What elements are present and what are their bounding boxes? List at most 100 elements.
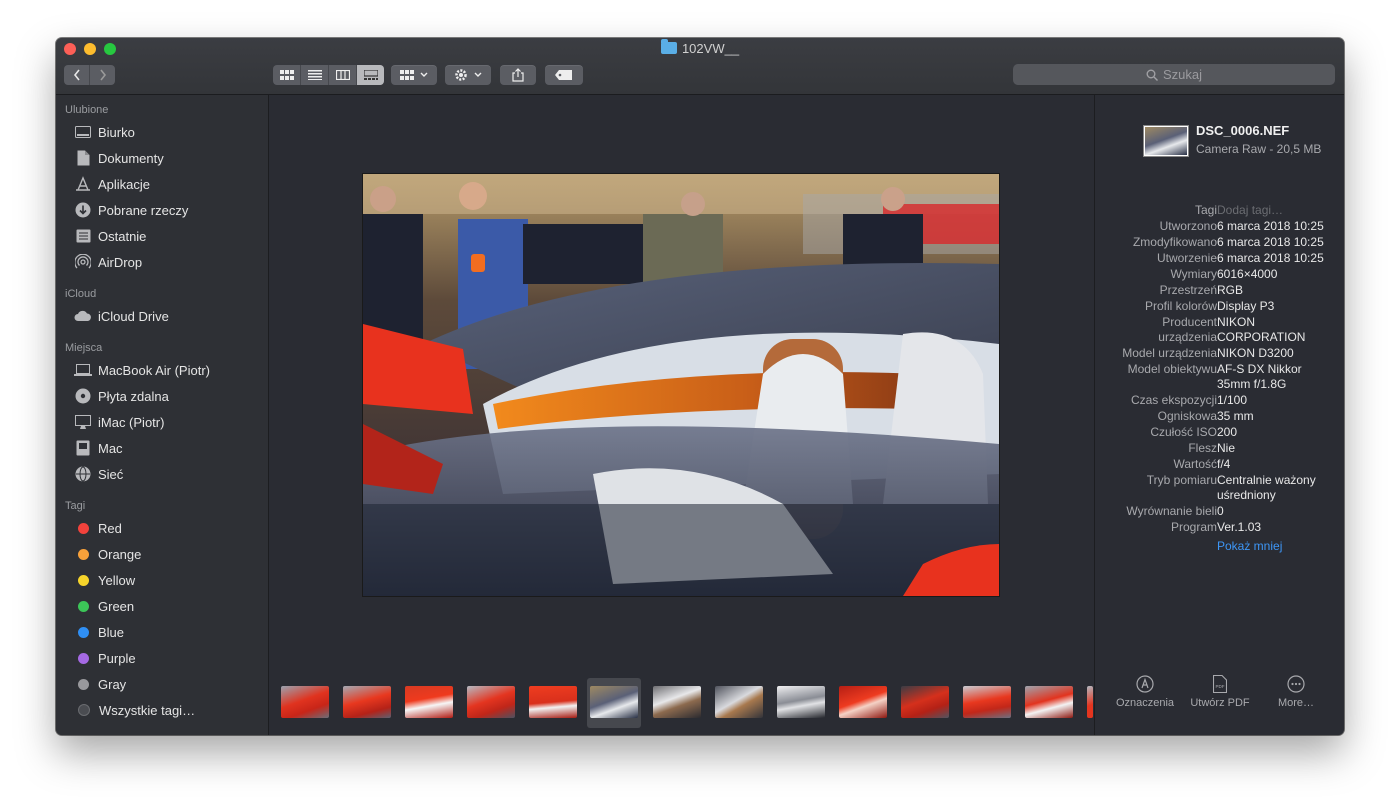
thumbnail-strip [269, 673, 1093, 735]
thumbnail-item[interactable] [963, 686, 1011, 718]
sidebar-tag-red[interactable]: Red [74, 517, 122, 539]
chevron-right-icon [99, 69, 106, 81]
sidebar-item-airdrop[interactable]: AirDrop [74, 251, 142, 273]
group-button[interactable] [391, 65, 437, 85]
sidebar-item-label: Biurko [98, 124, 135, 140]
thumbnail-item[interactable] [715, 686, 763, 718]
svg-text:PDF: PDF [1216, 684, 1225, 689]
sidebar-item-documents[interactable]: Dokumenty [74, 147, 164, 169]
tag-yellow-dot [78, 574, 89, 586]
sidebar-all-tags[interactable]: Wszystkie tagi… [74, 699, 195, 721]
cloud-icon [74, 308, 92, 324]
car-photo [363, 174, 999, 596]
more-action[interactable]: More… [1256, 675, 1336, 709]
share-icon [512, 68, 524, 82]
thumbnail-item[interactable] [1025, 686, 1073, 718]
markup-action[interactable]: Oznaczenia [1105, 675, 1185, 709]
tag-blue-dot [78, 626, 89, 638]
sidebar-item-downloads[interactable]: Pobrane rzeczy [74, 199, 188, 221]
chevron-down-icon [420, 72, 428, 77]
sidebar-tag-green[interactable]: Green [74, 595, 134, 617]
thumbnail-item[interactable] [529, 686, 577, 718]
create-pdf-action[interactable]: PDF Utwórz PDF [1180, 675, 1260, 709]
thumbnail-item[interactable] [1087, 686, 1093, 718]
show-less-link[interactable]: Pokaż mniej [1217, 539, 1282, 553]
disc-icon [74, 388, 92, 404]
sidebar-tag-yellow[interactable]: Yellow [74, 569, 135, 591]
section-title-favorites: Ulubione [65, 104, 109, 116]
sidebar-item-remote-disc[interactable]: Płyta zdalna [74, 385, 169, 407]
tag-orange-dot [78, 548, 89, 560]
sidebar-tag-blue[interactable]: Blue [74, 621, 124, 643]
toolbar: 102VW__ Szukaj [56, 38, 1344, 95]
tags-button[interactable] [545, 65, 583, 85]
column-view-button[interactable] [329, 65, 357, 85]
documents-icon [74, 150, 92, 166]
applications-icon [74, 176, 92, 192]
recents-icon [74, 228, 92, 244]
sidebar-tag-orange[interactable]: Orange [74, 543, 141, 565]
airdrop-icon [74, 254, 92, 270]
network-icon [74, 466, 92, 482]
view-mode-control [273, 65, 384, 85]
sidebar-tag-purple[interactable]: Purple [74, 647, 136, 669]
list-view-button[interactable] [301, 65, 329, 85]
group-grid-icon [400, 70, 414, 80]
sidebar: Ulubione Biurko Dokumenty Aplikacje Pobr… [56, 95, 269, 735]
search-placeholder: Szukaj [1162, 67, 1203, 82]
gallery-icon [363, 70, 378, 80]
sidebar-item-macbook-air[interactable]: MacBook Air (Piotr) [74, 359, 210, 381]
nav-buttons [64, 65, 115, 85]
window-title: 102VW__ [56, 39, 1344, 56]
grid-icon [279, 70, 294, 80]
thumbnail-item[interactable] [777, 686, 825, 718]
tag-gray-dot [78, 678, 89, 690]
sidebar-item-imac[interactable]: iMac (Piotr) [74, 411, 164, 433]
sidebar-item-network[interactable]: Sieć [74, 463, 123, 485]
desktop-icon [74, 124, 92, 140]
finder-window: 102VW__ Szukaj Ulubione Biurko Dokumenty… [56, 38, 1344, 735]
tag-icon [555, 70, 572, 80]
mac-icon [74, 440, 92, 456]
sidebar-item-recents[interactable]: Ostatnie [74, 225, 146, 247]
back-button[interactable] [64, 65, 90, 85]
laptop-icon [74, 362, 92, 378]
forward-button[interactable] [90, 65, 115, 85]
thumbnail-item[interactable] [653, 686, 701, 718]
thumbnail-item-selected[interactable] [590, 686, 638, 718]
sidebar-item-label: Red [98, 520, 122, 536]
sidebar-item-applications[interactable]: Aplikacje [74, 173, 150, 195]
sidebar-item-mac[interactable]: Mac [74, 437, 123, 459]
monitor-icon [74, 414, 92, 430]
tag-red-dot [78, 522, 89, 534]
thumbnail-item[interactable] [343, 686, 391, 718]
sidebar-item-label: Yellow [98, 572, 136, 588]
thumbnail-item[interactable] [281, 686, 329, 718]
add-tags-field[interactable]: Dodaj tagi… [1217, 203, 1342, 218]
thumbnail-item[interactable] [467, 686, 515, 718]
image-preview[interactable] [363, 174, 999, 596]
sidebar-item-label: Mac [98, 440, 123, 456]
sidebar-item-desktop[interactable]: Biurko [74, 121, 135, 143]
file-thumbnail [1143, 125, 1189, 157]
share-button[interactable] [500, 65, 536, 85]
gallery-view-button[interactable] [357, 65, 384, 85]
action-button[interactable] [445, 65, 491, 85]
icon-view-button[interactable] [273, 65, 301, 85]
thumbnail-item[interactable] [901, 686, 949, 718]
sidebar-item-label: MacBook Air (Piotr) [98, 362, 210, 378]
thumbnail-item[interactable] [839, 686, 887, 718]
sidebar-item-label: Purple [98, 650, 136, 666]
sidebar-item-label: Blue [98, 624, 125, 640]
search-icon [1146, 69, 1158, 81]
sidebar-item-label: Aplikacje [98, 176, 151, 192]
inspector-panel: DSC_0006.NEF Camera Raw - 20,5 MB Tagi D… [1094, 95, 1344, 735]
sidebar-tag-gray[interactable]: Gray [74, 673, 126, 695]
list-icon [307, 70, 322, 80]
thumbnail-item[interactable] [405, 686, 453, 718]
search-field[interactable]: Szukaj [1013, 64, 1335, 85]
folder-icon [660, 39, 677, 54]
sidebar-item-icloud-drive[interactable]: iCloud Drive [74, 305, 169, 327]
pdf-icon: PDF [1213, 675, 1227, 693]
markup-icon [1136, 675, 1154, 693]
